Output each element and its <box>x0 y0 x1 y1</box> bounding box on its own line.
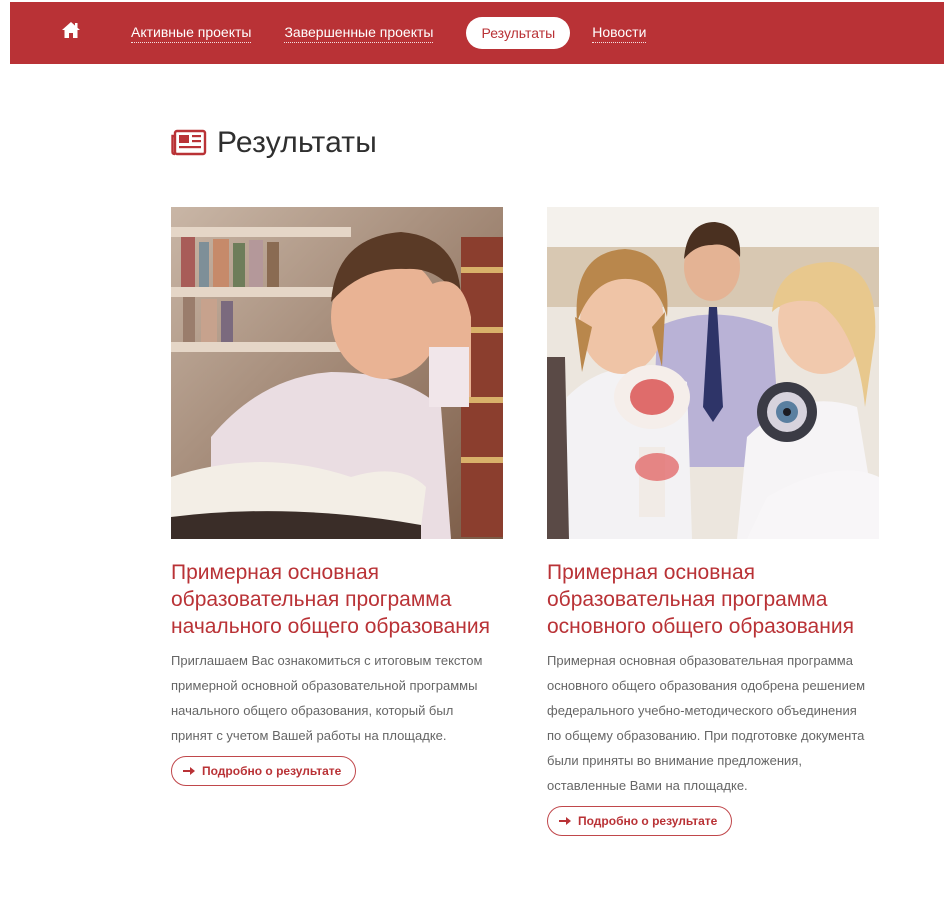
card-description: Примерная основная образовательная прогр… <box>547 653 866 793</box>
card-description: Приглашаем Вас ознакомиться с итоговым т… <box>171 653 483 743</box>
button-label: Подробно о результате <box>202 764 342 778</box>
nav-active-projects[interactable]: Активные проекты <box>131 23 252 43</box>
home-icon <box>62 22 80 38</box>
more-about-result-button[interactable]: Подробно о результате <box>547 806 733 836</box>
page-heading: Результаты <box>171 126 377 160</box>
card-image-link[interactable] <box>547 207 879 539</box>
more-about-result-button[interactable]: Подробно о результате <box>171 756 357 786</box>
home-link[interactable] <box>60 19 82 41</box>
students-with-eye-model-photo <box>547 207 879 539</box>
arrow-right-icon <box>559 817 571 825</box>
result-card: Примерная основная образовательная прогр… <box>547 207 879 836</box>
arrow-right-icon <box>183 767 195 775</box>
card-image-link[interactable] <box>171 207 503 539</box>
page-title: Результаты <box>217 126 377 159</box>
newspaper-icon <box>171 129 207 156</box>
card-title-link[interactable]: Примерная основная образовательная прогр… <box>171 559 491 640</box>
card-title-link[interactable]: Примерная основная образовательная прогр… <box>547 559 867 640</box>
button-label: Подробно о результате <box>578 814 718 828</box>
boy-reading-book-photo <box>171 207 503 539</box>
top-navbar: Активные проекты Завершенные проекты Рез… <box>10 2 944 64</box>
nav-completed-projects[interactable]: Завершенные проекты <box>284 23 434 43</box>
nav-news[interactable]: Новости <box>592 23 647 43</box>
main-nav: Активные проекты Завершенные проекты Рез… <box>131 2 679 64</box>
result-card: Примерная основная образовательная прогр… <box>171 207 503 786</box>
nav-results[interactable]: Результаты <box>466 17 571 49</box>
